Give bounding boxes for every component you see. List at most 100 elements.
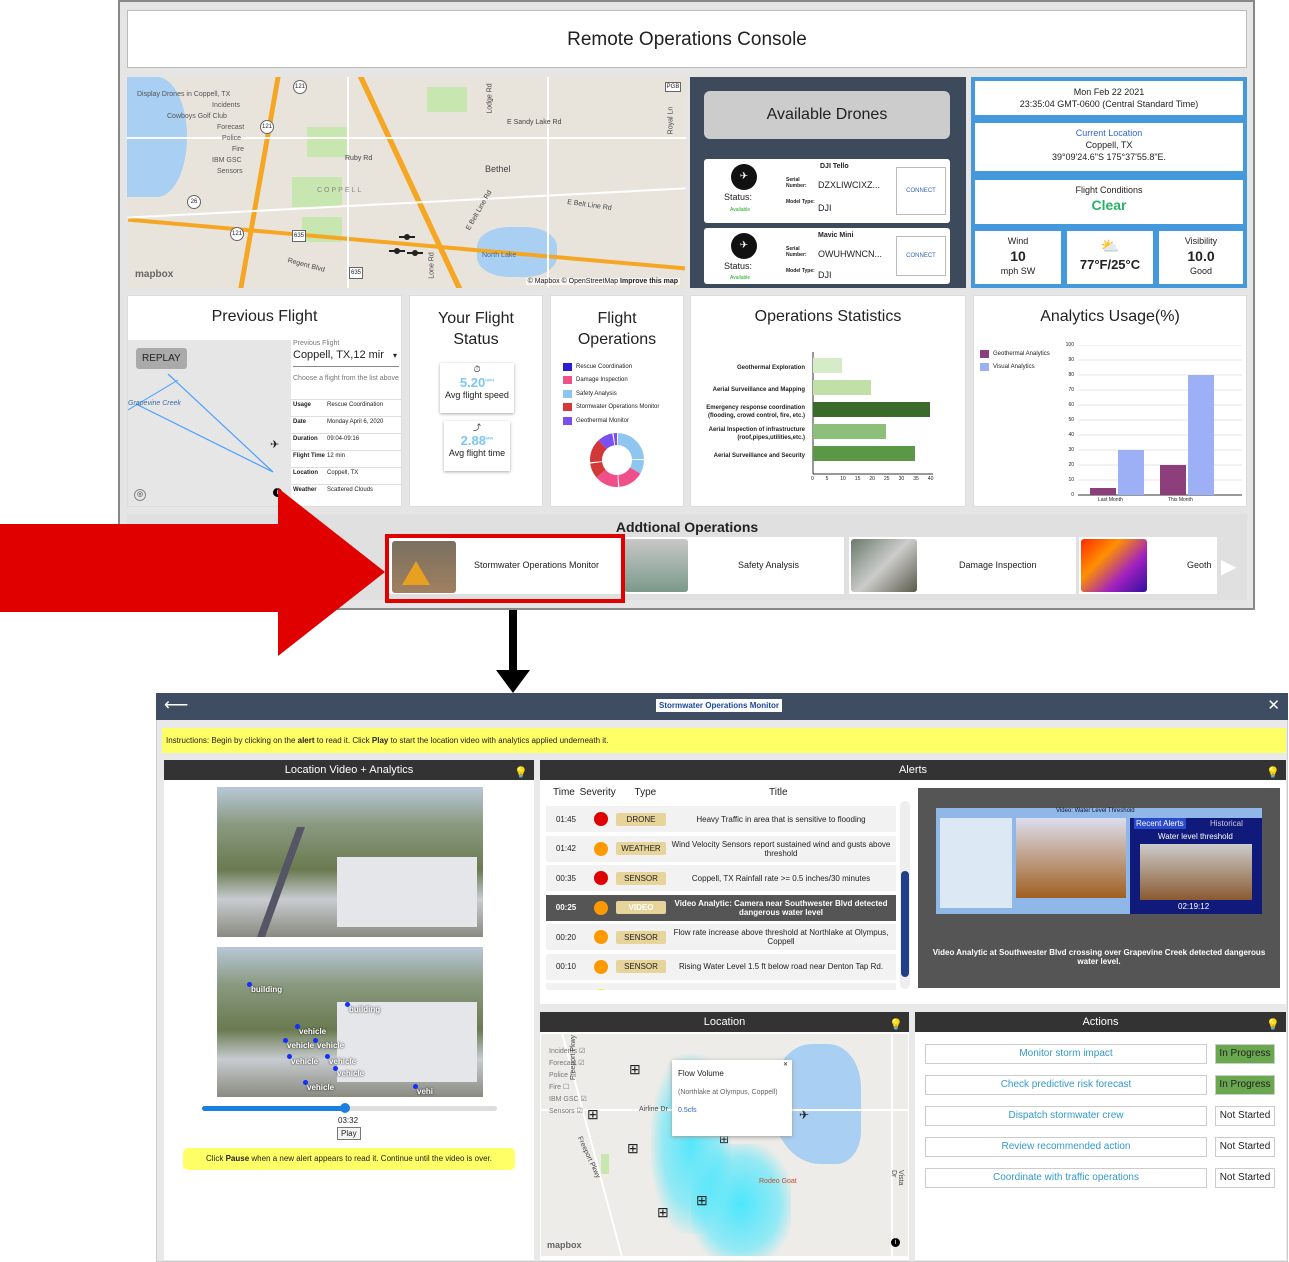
op-card-geothermal[interactable]: Geoth [1079, 537, 1217, 594]
op-card-safety[interactable]: Safety Analysis [622, 537, 844, 594]
visibility-box: Visibility 10.0 Good [1159, 231, 1243, 284]
console-header: Remote Operations Console [127, 10, 1247, 68]
detection-label: vehicle [317, 1041, 345, 1050]
mapbox-logo: mapbox [135, 269, 174, 280]
detection-dot [303, 1080, 308, 1085]
drone-card: ✈ Status: Available DJI Tello Serial Num… [704, 159, 950, 223]
monitor-title: Stormwater Operations Monitor [656, 699, 783, 712]
chevron-right-icon[interactable]: ▶ [1221, 554, 1236, 579]
action-link[interactable]: Dispatch stormwater crew [925, 1106, 1207, 1126]
instructions-banner: Instructions: Begin by clicking on the a… [162, 728, 1286, 753]
y-tick: 100 [1065, 342, 1074, 348]
action-link[interactable]: Coordinate with traffic operations [925, 1168, 1207, 1188]
avg-speed-card: ⏱ 5.20MPH Avg flight speed [440, 363, 514, 413]
detection-label: vehicle [307, 1083, 335, 1092]
available-drones-title: Available Drones [704, 91, 950, 139]
severity-dot [594, 959, 608, 974]
play-button[interactable]: Play [337, 1127, 361, 1140]
x-tick: 30 [898, 476, 905, 482]
detection-dot [247, 982, 252, 987]
previous-flight-map[interactable]: REPLAY Grapevine Creek ✈ i ◎ [128, 340, 291, 506]
detection-label: vehicle [337, 1069, 365, 1078]
bulb-icon[interactable]: 💡 [514, 763, 528, 783]
sensor-icon[interactable]: ⊞ [696, 1192, 708, 1209]
action-link[interactable]: Monitor storm impact [925, 1044, 1207, 1064]
back-arrow-icon[interactable]: ⟵ [164, 695, 188, 715]
action-status: In Progress [1215, 1075, 1275, 1095]
close-icon[interactable]: ✕ [1267, 696, 1280, 714]
connect-button[interactable]: CONNECT [896, 236, 946, 276]
op-card-damage[interactable]: Damage Inspection [849, 537, 1076, 594]
drone-map[interactable]: Display Drones in Coppell, TX Incidents … [127, 77, 686, 288]
legend-item: Geothermal Analytics [980, 347, 1050, 360]
drone-icon: ✈ [731, 233, 757, 259]
alert-row[interactable]: 00:25 VIDEO Video Analytic: Camera near So… [546, 894, 896, 921]
bulb-icon[interactable]: 💡 [1266, 1015, 1280, 1035]
y-tick: 90 [1068, 357, 1074, 363]
improve-map-link[interactable]: Improve this map [620, 278, 678, 285]
alert-row[interactable]: 00:35 SENSOR Coppell, TX Rainfall rate >= … [546, 865, 896, 891]
drone-icon[interactable] [387, 229, 427, 265]
detection-label: vehicle [287, 1041, 315, 1050]
slider-handle[interactable] [340, 1103, 350, 1113]
severity-dot [594, 812, 608, 826]
y-tick: 0 [1071, 492, 1074, 498]
connect-button[interactable]: CONNECT [896, 167, 946, 215]
detection-label: building [349, 1005, 381, 1014]
flight-select[interactable]: Coppell, TX,12 mir ▾ [293, 349, 399, 367]
info-icon[interactable]: i [891, 1238, 900, 1247]
y-tick: 30 [1068, 447, 1074, 453]
alert-row[interactable]: 00:20 SENSOR Flow rate increase above thre… [546, 924, 896, 950]
detection-label: vehicle [329, 1057, 357, 1066]
alert-row[interactable]: 01:45 DRONE Heavy Traffic in area that is … [546, 806, 896, 832]
temperature-box: ⛅ 77°F/25°C [1067, 231, 1153, 284]
drone-icon[interactable]: ✈ [799, 1108, 809, 1122]
down-arrow [496, 610, 530, 693]
actions-list: Monitor storm impact In Progress Check pre… [915, 1044, 1286, 1194]
ops-donut-chart [590, 433, 644, 487]
alerts-scrollbar[interactable] [900, 801, 910, 989]
location-video[interactable] [217, 787, 483, 937]
sensor-icon[interactable]: ⊞ [587, 1106, 599, 1123]
damage-thumbnail [851, 539, 917, 592]
action-status: Not Started [1215, 1106, 1275, 1126]
y-tick: 70 [1068, 387, 1074, 393]
bulb-icon[interactable]: 💡 [1266, 763, 1280, 783]
flight-path [128, 373, 274, 473]
red-arrow [0, 488, 385, 656]
sensor-icon[interactable]: ⊞ [629, 1061, 641, 1078]
alert-row[interactable]: 01:42 WEATHER Wind Velocity Sensors report… [546, 835, 896, 862]
detection-dot [413, 1084, 418, 1089]
previous-flight-panel: Previous Flight REPLAY Grapevine Creek ✈… [127, 295, 402, 507]
alert-preview[interactable]: Video: Water Level Threshold Recent Aler… [918, 788, 1280, 988]
bulb-icon[interactable]: 💡 [889, 1015, 903, 1035]
actions-header: Actions 💡 [915, 1012, 1286, 1032]
action-link[interactable]: Review recommended action [925, 1137, 1207, 1157]
close-icon[interactable]: ✕ [783, 1061, 788, 1068]
y-tick: 40 [1068, 432, 1074, 438]
highlight-box [385, 534, 625, 603]
video-header: Location Video + Analytics 💡 [164, 760, 534, 780]
action-status: Not Started [1215, 1137, 1275, 1157]
y-tick: 20 [1068, 462, 1074, 468]
x-tick: 20 [869, 476, 875, 482]
trend-icon: ⤴ [473, 423, 481, 432]
sensor-icon[interactable]: ⊞ [657, 1204, 669, 1221]
location-map[interactable]: Incidents ☑ Forecast ☑ Police ☐ Fire ☐ IBM G… [541, 1034, 908, 1256]
alert-row[interactable]: 00:10 SENSOR Rising Water Level 1.5 ft bel… [546, 953, 896, 980]
legend-item: Damage Inspection [563, 374, 659, 388]
action-link[interactable]: Check predictive risk forecast [925, 1075, 1207, 1095]
flight-status-panel: Your Flight Status ⏱ 5.20MPH Avg flight s… [409, 295, 543, 507]
page-title: Remote Operations Console [567, 29, 807, 50]
usage-legend: Geothermal Analytics Visual Analytics [980, 347, 1050, 373]
alert-row[interactable]: 00:00WEATHERSevere Thunderstorms 8-10am,… [546, 983, 896, 990]
severity-dot [594, 841, 608, 856]
severity-dot [594, 989, 608, 990]
sensor-icon[interactable]: ⊞ [627, 1140, 639, 1157]
video-slider[interactable] [202, 1103, 497, 1113]
detection-dot [283, 1038, 288, 1043]
x-tick: 0 [811, 476, 814, 482]
analytics-usage-panel: Analytics Usage(%) Geothermal Analytics V… [973, 295, 1247, 507]
avg-time-card: ⤴ 2.88MIN Avg flight time [444, 421, 510, 471]
analytics-video[interactable]: building building vehicle vehicle vehicle veh… [217, 947, 483, 1097]
